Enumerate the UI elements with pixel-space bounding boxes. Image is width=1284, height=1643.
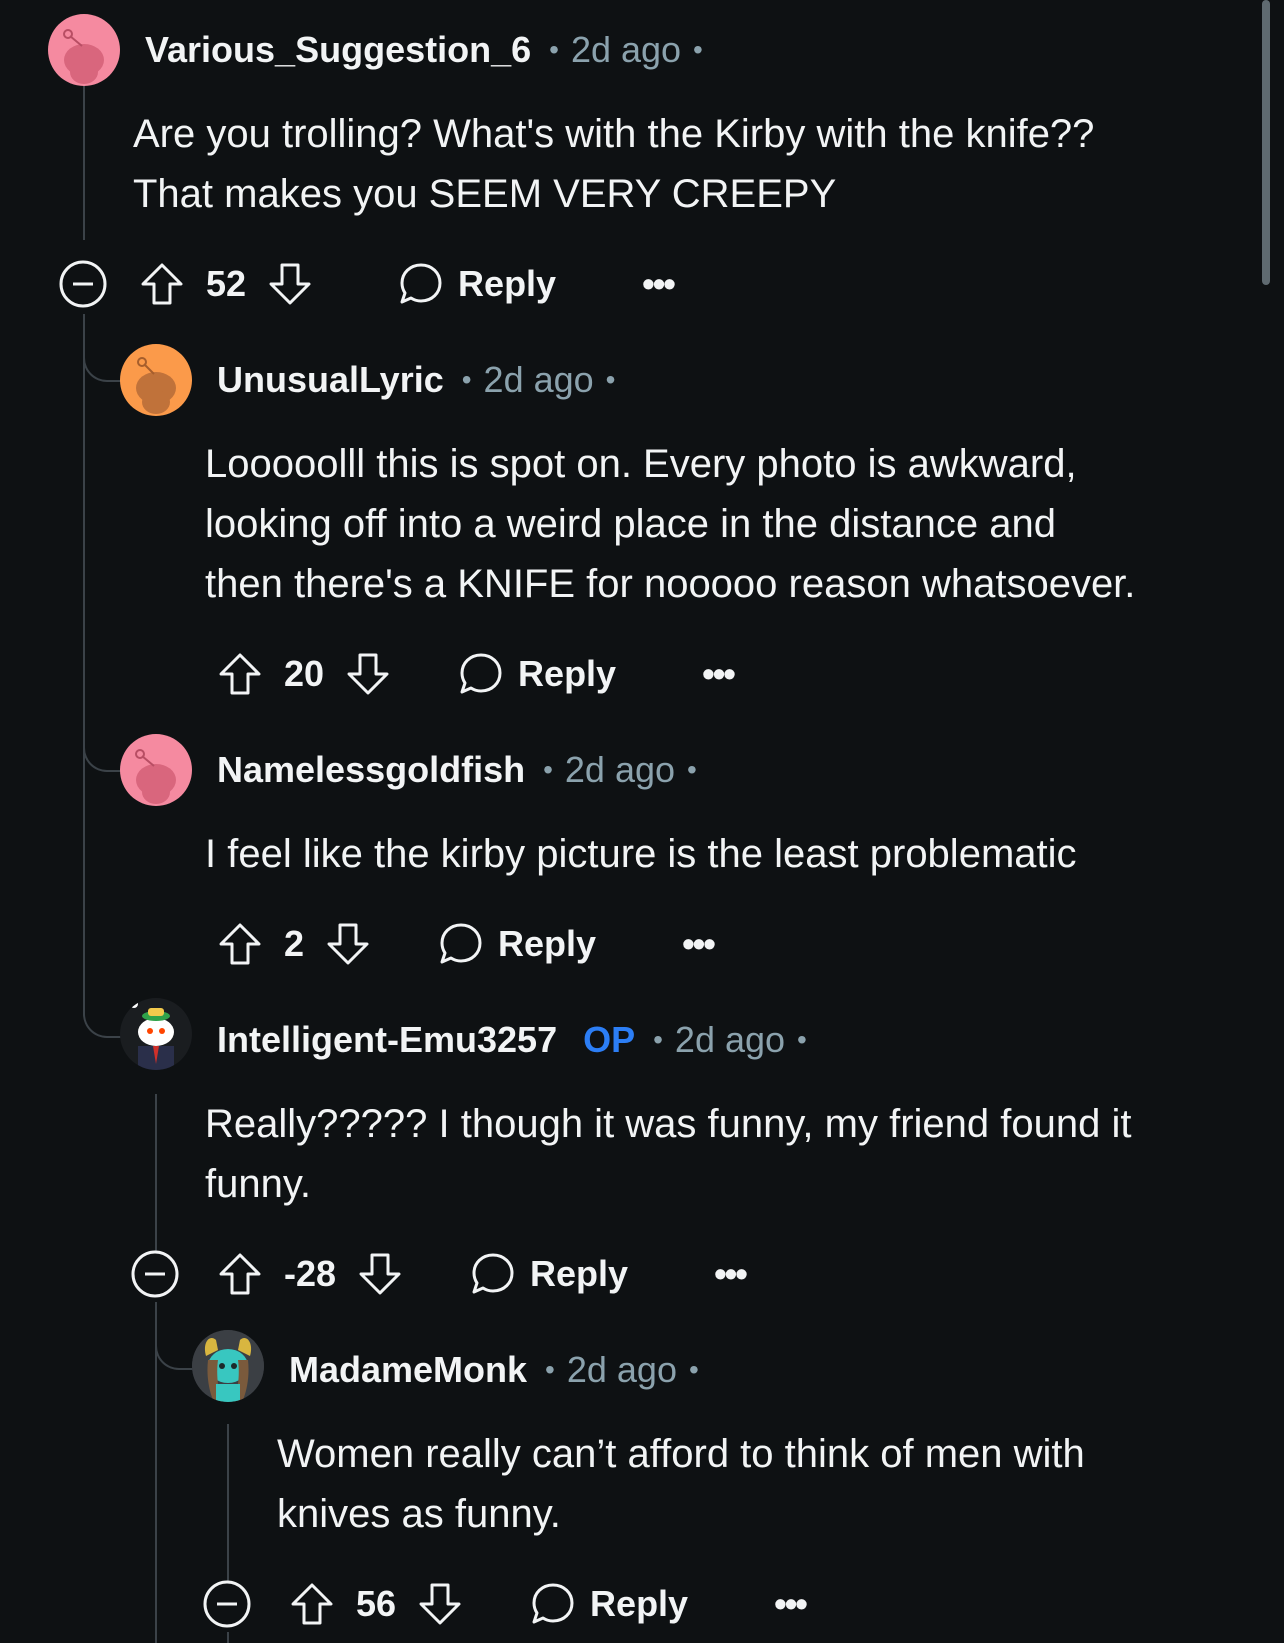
reply-bubble-icon[interactable]	[398, 261, 444, 307]
separator-dot: •	[687, 754, 697, 785]
downvote-icon[interactable]	[266, 260, 314, 308]
avatar[interactable]	[120, 734, 192, 806]
comment-actions: 2 Reply •••	[216, 914, 716, 974]
snoo-avatar-icon	[135, 749, 176, 804]
teal-snoo-avatar-icon	[192, 1330, 264, 1402]
upvote-icon[interactable]	[288, 1580, 336, 1628]
more-icon[interactable]: •••	[682, 923, 716, 965]
downvote-icon[interactable]	[416, 1580, 464, 1628]
comment-line: I feel like the kirby picture is the lea…	[205, 832, 1077, 876]
comment-line: knives as funny.	[277, 1492, 561, 1536]
comment-line: Are you trolling? What's with the Kirby …	[133, 112, 1095, 156]
reply-button[interactable]: Reply	[498, 923, 596, 965]
upvote-icon[interactable]	[138, 260, 186, 308]
comment-line: Women really can’t afford to think of me…	[277, 1432, 1085, 1476]
thread-branch	[83, 352, 125, 382]
thread-line	[83, 314, 85, 1014]
username[interactable]: Namelessgoldfish	[217, 749, 525, 791]
upvote-icon[interactable]	[216, 1250, 264, 1298]
username[interactable]: Various_Suggestion_6	[145, 29, 531, 71]
vote-score: 56	[356, 1583, 397, 1624]
more-icon[interactable]: •••	[702, 653, 736, 695]
collapse-icon[interactable]	[202, 1579, 252, 1629]
thread-line	[227, 1424, 229, 1582]
upvote-icon[interactable]	[216, 650, 264, 698]
comment-actions: -28 Reply •••	[130, 1244, 748, 1304]
reply-bubble-icon[interactable]	[438, 921, 484, 967]
reply-bubble-icon[interactable]	[458, 651, 504, 697]
comment-body: Women really can’t afford to think of me…	[277, 1424, 1085, 1544]
username[interactable]: MadameMonk	[289, 1349, 527, 1391]
timestamp: 2d ago	[564, 749, 676, 790]
more-icon[interactable]: •••	[714, 1253, 748, 1295]
comment-line: then there's a KNIFE for nooooo reason w…	[205, 562, 1136, 606]
snoo-avatar-icon	[63, 29, 104, 84]
username[interactable]: Intelligent-Emu3257	[217, 1019, 557, 1061]
reply-bubble-icon[interactable]	[470, 1251, 516, 1297]
comment-actions: 56 Reply •••	[202, 1574, 808, 1634]
downvote-icon[interactable]	[356, 1250, 404, 1298]
comment-line: Really????? I though it was funny, my fr…	[205, 1102, 1132, 1146]
downvote-icon[interactable]	[324, 920, 372, 968]
vote-score: 52	[206, 263, 247, 304]
comment-actions: 52 Reply •••	[58, 254, 676, 314]
comment-body: Looooolll this is spot on. Every photo i…	[205, 434, 1135, 614]
separator-dot: •	[797, 1024, 807, 1055]
comment-body: Are you trolling? What's with the Kirby …	[133, 104, 1094, 224]
vote-score: 2	[284, 923, 305, 964]
reply-button[interactable]: Reply	[518, 653, 616, 695]
timestamp: 2d ago	[566, 1349, 677, 1390]
reply-button[interactable]: Reply	[458, 263, 556, 305]
collapse-icon[interactable]	[58, 259, 108, 309]
avatar[interactable]	[48, 14, 120, 86]
reply-bubble-icon[interactable]	[530, 1581, 576, 1627]
separator-dot: •	[653, 1024, 663, 1055]
thread-line	[155, 1094, 157, 1252]
avatar[interactable]	[192, 1330, 264, 1402]
reply-button[interactable]: Reply	[530, 1253, 628, 1295]
comment-line: looking off into a weird place in the di…	[205, 502, 1056, 546]
more-icon[interactable]: •••	[642, 263, 676, 305]
timestamp: 2d ago	[674, 1019, 786, 1060]
scrollbar[interactable]	[1262, 0, 1270, 285]
separator-dot: •	[545, 1354, 555, 1385]
timestamp: 2d ago	[570, 29, 682, 70]
separator-dot: •	[693, 34, 703, 65]
thread-branch	[155, 1340, 197, 1370]
comment-line: Looooolll this is spot on. Every photo i…	[205, 442, 1077, 486]
snoo-suit-avatar-icon	[130, 1000, 174, 1070]
avatar[interactable]	[120, 998, 192, 1070]
timestamp: 2d ago	[483, 359, 594, 400]
more-icon[interactable]: •••	[774, 1583, 808, 1625]
separator-dot: •	[549, 34, 559, 65]
separator-dot: •	[688, 1354, 699, 1385]
vote-score: 20	[284, 653, 325, 694]
reply-button[interactable]: Reply	[590, 1583, 688, 1625]
separator-dot: •	[605, 364, 616, 395]
comment-line: funny.	[205, 1162, 311, 1206]
downvote-icon[interactable]	[344, 650, 392, 698]
separator-dot: •	[543, 754, 553, 785]
comment-body: I feel like the kirby picture is the lea…	[205, 824, 1077, 884]
thread-branch	[83, 1008, 125, 1038]
collapse-icon[interactable]	[130, 1249, 180, 1299]
op-badge: OP	[583, 1019, 636, 1060]
comment-thread: Various_Suggestion_6 • 2d ago • Are you …	[0, 0, 1284, 1643]
vote-score: -28	[284, 1253, 337, 1294]
thread-line	[83, 82, 85, 240]
thread-branch	[83, 742, 125, 772]
comment-body: Really????? I though it was funny, my fr…	[205, 1094, 1131, 1214]
username[interactable]: UnusualLyric	[217, 359, 444, 401]
separator-dot: •	[461, 364, 472, 395]
comment-actions: 20 Reply •••	[216, 644, 736, 704]
comment-line: That makes you SEEM VERY CREEPY	[133, 172, 837, 216]
avatar[interactable]	[120, 344, 192, 416]
snoo-avatar-icon	[136, 357, 176, 414]
upvote-icon[interactable]	[216, 920, 264, 968]
